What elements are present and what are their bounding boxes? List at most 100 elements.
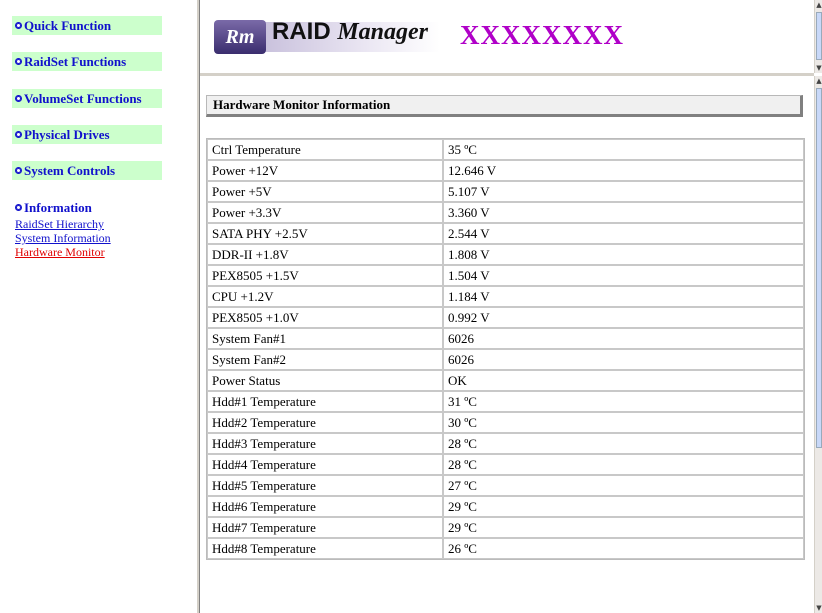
table-row: Power +12V 12.646 V xyxy=(207,160,804,181)
table-row: Power Status OK xyxy=(207,370,804,391)
row-value: 1.504 V xyxy=(443,265,804,286)
banner: Rm RAID Manager XXXXXXXX xyxy=(200,0,814,76)
table-row: Hdd#6 Temperature 29 ºC xyxy=(207,496,804,517)
table-row: System Fan#1 6026 xyxy=(207,328,804,349)
row-label: Power +3.3V xyxy=(207,202,443,223)
nav-information[interactable]: Information xyxy=(12,198,162,217)
row-value: 26 ºC xyxy=(443,538,804,559)
table-row: Power +5V 5.107 V xyxy=(207,181,804,202)
table-row: Power +3.3V 3.360 V xyxy=(207,202,804,223)
table-row: PEX8505 +1.5V 1.504 V xyxy=(207,265,804,286)
banner-scrollbar[interactable]: ▲ ▼ xyxy=(814,0,822,73)
logo-word-raid: RAID xyxy=(272,18,331,45)
bullet-icon xyxy=(15,131,22,138)
row-value: 6026 xyxy=(443,328,804,349)
row-label: Power +5V xyxy=(207,181,443,202)
row-label: Hdd#5 Temperature xyxy=(207,475,443,496)
row-value: 28 ºC xyxy=(443,433,804,454)
scroll-down-icon[interactable]: ▼ xyxy=(815,63,822,73)
row-value: 6026 xyxy=(443,349,804,370)
row-label: System Fan#2 xyxy=(207,349,443,370)
nav-group-volumeset-functions: VolumeSet Functions xyxy=(12,89,162,108)
table-row: Hdd#8 Temperature 26 ºC xyxy=(207,538,804,559)
row-value: 29 ºC xyxy=(443,517,804,538)
row-label: Hdd#2 Temperature xyxy=(207,412,443,433)
scroll-up-icon[interactable]: ▲ xyxy=(815,0,822,10)
row-label: SATA PHY +2.5V xyxy=(207,223,443,244)
nav-group-information: Information RaidSet Hierarchy System Inf… xyxy=(12,198,162,259)
table-row: Hdd#2 Temperature 30 ºC xyxy=(207,412,804,433)
row-label: Hdd#8 Temperature xyxy=(207,538,443,559)
row-value: 28 ºC xyxy=(443,454,804,475)
bullet-icon xyxy=(15,204,22,211)
main-content: Hardware Monitor Information Ctrl Temper… xyxy=(200,76,814,613)
row-value: 1.184 V xyxy=(443,286,804,307)
scroll-thumb[interactable] xyxy=(816,12,822,60)
nav-group-physical-drives: Physical Drives xyxy=(12,125,162,144)
nav-quick-function[interactable]: Quick Function xyxy=(12,16,162,35)
row-value: 0.992 V xyxy=(443,307,804,328)
table-row: CPU +1.2V 1.184 V xyxy=(207,286,804,307)
table-row: Hdd#7 Temperature 29 ºC xyxy=(207,517,804,538)
nav-group-system-controls: System Controls xyxy=(12,161,162,180)
row-value: 12.646 V xyxy=(443,160,804,181)
nav-raidset-functions[interactable]: RaidSet Functions xyxy=(12,52,162,71)
information-links: RaidSet Hierarchy System Information Har… xyxy=(12,217,162,259)
bullet-icon xyxy=(15,22,22,29)
row-label: PEX8505 +1.5V xyxy=(207,265,443,286)
row-value: 29 ºC xyxy=(443,496,804,517)
row-label: Hdd#1 Temperature xyxy=(207,391,443,412)
row-value: 27 ºC xyxy=(443,475,804,496)
row-label: Hdd#3 Temperature xyxy=(207,433,443,454)
table-row: PEX8505 +1.0V 0.992 V xyxy=(207,307,804,328)
row-label: Power +12V xyxy=(207,160,443,181)
row-label: Hdd#4 Temperature xyxy=(207,454,443,475)
scroll-down-icon[interactable]: ▼ xyxy=(815,603,822,613)
table-row: Hdd#4 Temperature 28 ºC xyxy=(207,454,804,475)
nav-volumeset-functions[interactable]: VolumeSet Functions xyxy=(12,89,162,108)
row-label: PEX8505 +1.0V xyxy=(207,307,443,328)
logo-text: RAID Manager xyxy=(272,18,428,46)
link-raidset-hierarchy[interactable]: RaidSet Hierarchy xyxy=(15,217,162,231)
row-label: Hdd#6 Temperature xyxy=(207,496,443,517)
link-system-information[interactable]: System Information xyxy=(15,231,162,245)
table-row: Hdd#3 Temperature 28 ºC xyxy=(207,433,804,454)
link-hardware-monitor[interactable]: Hardware Monitor xyxy=(15,245,162,259)
row-value: 3.360 V xyxy=(443,202,804,223)
scroll-up-icon[interactable]: ▲ xyxy=(815,76,822,86)
logo-mark: Rm xyxy=(214,20,266,54)
table-row: System Fan#2 6026 xyxy=(207,349,804,370)
row-label: Hdd#7 Temperature xyxy=(207,517,443,538)
nav-group-raidset-functions: RaidSet Functions xyxy=(12,52,162,71)
nav-system-controls[interactable]: System Controls xyxy=(12,161,162,180)
bullet-icon xyxy=(15,95,22,102)
table-row: DDR-II +1.8V 1.808 V xyxy=(207,244,804,265)
banner-title: XXXXXXXX xyxy=(460,20,624,50)
row-value: 5.107 V xyxy=(443,181,804,202)
bullet-icon xyxy=(15,58,22,65)
left-navigation: Quick Function RaidSet Functions VolumeS… xyxy=(0,0,200,613)
bullet-icon xyxy=(15,167,22,174)
row-value: 35 ºC xyxy=(443,139,804,160)
row-value: 30 ºC xyxy=(443,412,804,433)
table-row: SATA PHY +2.5V 2.544 V xyxy=(207,223,804,244)
nav-group-quick-function: Quick Function xyxy=(12,16,162,35)
logo-word-manager: Manager xyxy=(337,19,429,45)
section-title: Hardware Monitor Information xyxy=(206,95,803,117)
nav-physical-drives[interactable]: Physical Drives xyxy=(12,125,162,144)
hardware-monitor-table: Ctrl Temperature 35 ºC Power +12V 12.646 VP… xyxy=(206,138,805,560)
table-row: Hdd#5 Temperature 27 ºC xyxy=(207,475,804,496)
row-label: DDR-II +1.8V xyxy=(207,244,443,265)
row-value: 31 ºC xyxy=(443,391,804,412)
table-row: Ctrl Temperature 35 ºC xyxy=(207,139,804,160)
row-value: 2.544 V xyxy=(443,223,804,244)
scroll-thumb[interactable] xyxy=(816,88,822,448)
main-scrollbar[interactable]: ▲ ▼ xyxy=(814,76,822,613)
row-label: System Fan#1 xyxy=(207,328,443,349)
row-label: CPU +1.2V xyxy=(207,286,443,307)
row-label: Power Status xyxy=(207,370,443,391)
row-value: 1.808 V xyxy=(443,244,804,265)
row-label: Ctrl Temperature xyxy=(207,139,443,160)
row-value: OK xyxy=(443,370,804,391)
table-row: Hdd#1 Temperature 31 ºC xyxy=(207,391,804,412)
